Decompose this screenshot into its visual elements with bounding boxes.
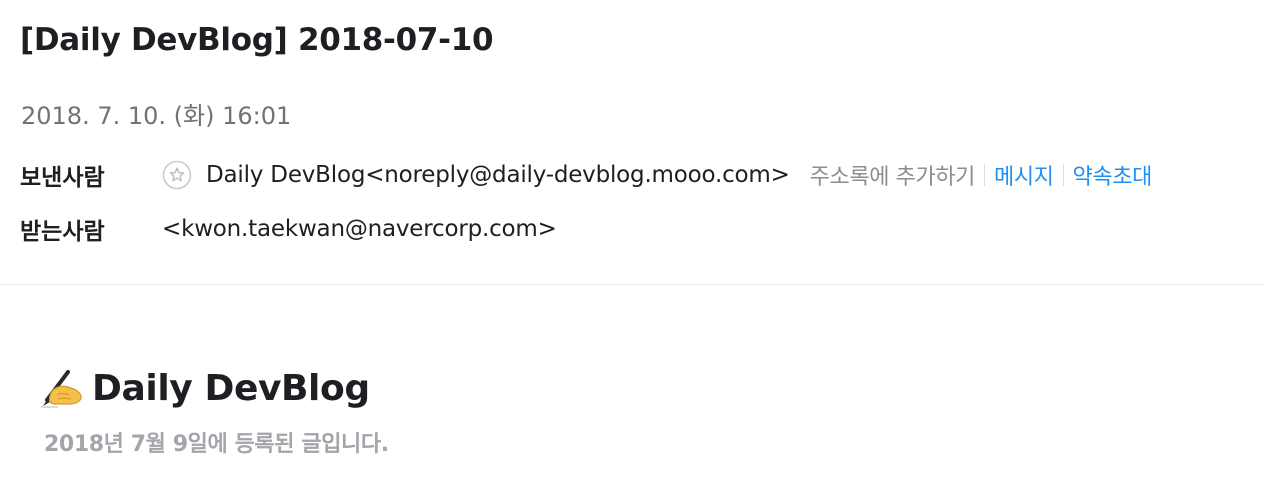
star-icon[interactable] — [162, 160, 192, 190]
recipient-address[interactable]: <kwon.taekwan@navercorp.com> — [162, 216, 557, 242]
recipient-label: 받는사람 — [20, 219, 105, 245]
sender-actions: 주소록에 추가하기 메시지 약속초대 — [810, 159, 1152, 191]
mail-body: Daily DevBlog 2018년 7월 9일에 등록된 글입니다. — [0, 285, 1264, 484]
mail-header: [Daily DevBlog] 2018-07-10 2018. 7. 10. … — [0, 0, 1264, 285]
recipient-row: 받는사람 <kwon.taekwan@navercorp.com> — [20, 212, 557, 246]
blog-title: Daily DevBlog — [38, 368, 370, 409]
blog-subtitle: 2018년 7월 9일에 등록된 글입니다. — [44, 432, 389, 457]
divider — [984, 164, 986, 186]
invite-link[interactable]: 약속초대 — [1073, 159, 1153, 191]
sender-label: 보낸사람 — [20, 165, 105, 191]
add-contact-link[interactable]: 주소록에 추가하기 — [810, 159, 976, 191]
message-link[interactable]: 메시지 — [994, 159, 1054, 191]
divider — [1062, 164, 1064, 186]
sender-address[interactable]: Daily DevBlog<noreply@daily-devblog.mooo… — [206, 162, 790, 188]
blog-title-text: Daily DevBlog — [92, 368, 370, 409]
mail-date: 2018. 7. 10. (화) 16:01 — [21, 102, 292, 130]
writing-hand-icon — [38, 369, 84, 409]
sender-row: 보낸사람 Daily DevBlog<noreply@daily-devblog… — [20, 158, 1152, 192]
mail-subject: [Daily DevBlog] 2018-07-10 — [20, 22, 494, 58]
